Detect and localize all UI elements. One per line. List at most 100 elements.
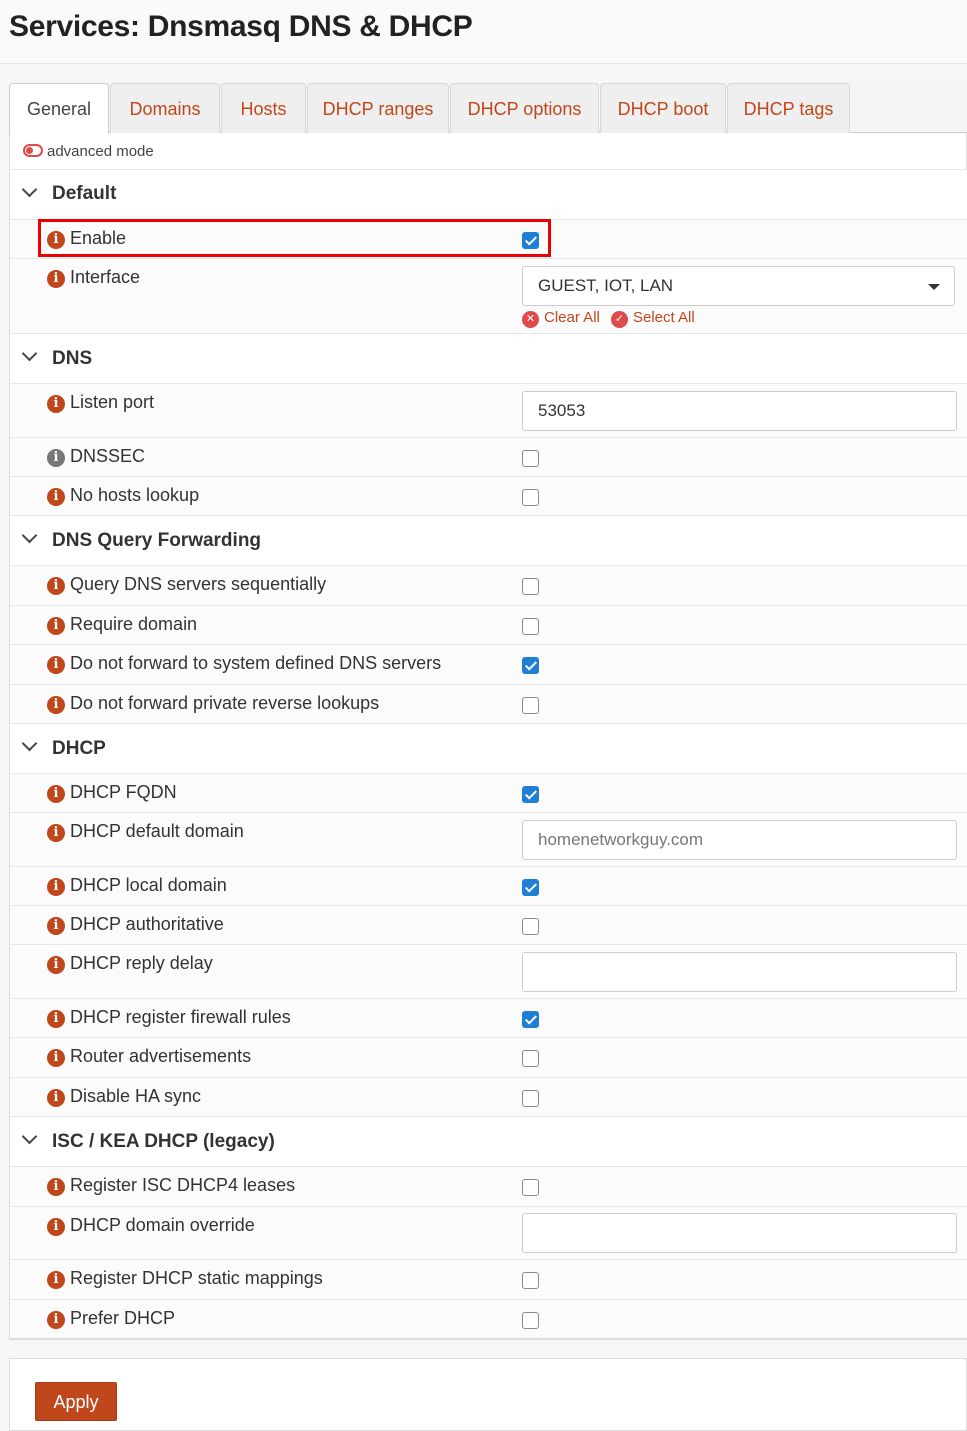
info-icon[interactable]: i — [47, 1218, 65, 1236]
no-forward-system-checkbox[interactable] — [522, 657, 539, 674]
field-require-domain: i Require domain — [10, 605, 967, 644]
info-icon[interactable]: i — [47, 1049, 65, 1067]
listen-port-input[interactable]: 53053 — [522, 391, 957, 431]
field-interface: i Interface GUEST, IOT, LAN ✕ Clear All ✓ S… — [10, 258, 967, 333]
field-label: Query DNS servers sequentially — [70, 574, 327, 594]
info-icon[interactable]: i — [47, 1010, 65, 1028]
dhcp-authoritative-checkbox[interactable] — [522, 918, 539, 935]
info-icon[interactable]: i — [47, 270, 65, 288]
tab-dhcp-tags[interactable]: DHCP tags — [727, 83, 850, 133]
tab-hosts[interactable]: Hosts — [221, 83, 306, 133]
field-dnssec: i DNSSEC — [10, 437, 967, 476]
field-label: DHCP reply delay — [70, 953, 213, 973]
info-icon[interactable]: i — [47, 1271, 65, 1289]
field-no-forward-private: i Do not forward private reverse lookups — [10, 684, 967, 723]
field-label: Do not forward private reverse lookups — [70, 693, 380, 713]
toggle-switch-icon[interactable] — [23, 144, 43, 157]
dhcp-domain-override-input[interactable] — [522, 1213, 957, 1253]
dhcp-default-domain-input[interactable]: homenetworkguy.com — [522, 820, 957, 860]
interface-select-value: GUEST, IOT, LAN — [538, 276, 674, 295]
field-label: DHCP authoritative — [70, 914, 224, 934]
dnssec-checkbox[interactable] — [522, 450, 539, 467]
info-icon[interactable]: i — [47, 1311, 65, 1329]
field-no-forward-system: i Do not forward to system defined DNS se… — [10, 644, 967, 684]
tab-domains[interactable]: Domains — [110, 83, 220, 133]
section-legacy[interactable]: ISC / KEA DHCP (legacy) — [10, 1116, 967, 1166]
field-label: No hosts lookup — [70, 485, 200, 505]
info-icon[interactable]: i — [47, 1089, 65, 1107]
no-hosts-lookup-checkbox[interactable] — [522, 489, 539, 506]
chevron-down-icon — [21, 1128, 38, 1145]
tab-bar: General Domains Hosts DHCP ranges DHCP o… — [9, 83, 967, 134]
no-forward-private-checkbox[interactable] — [522, 697, 539, 714]
info-icon[interactable]: i — [47, 449, 65, 467]
field-label: Prefer DHCP — [70, 1308, 176, 1328]
check-circle-icon: ✓ — [611, 311, 628, 328]
info-icon[interactable]: i — [47, 488, 65, 506]
advanced-mode-toggle[interactable]: advanced mode — [23, 142, 154, 162]
page-title: Services: Dnsmasq DNS & DHCP — [9, 10, 473, 43]
info-icon[interactable]: i — [47, 577, 65, 595]
highlight-box — [38, 219, 551, 257]
prefer-dhcp-checkbox[interactable] — [522, 1312, 539, 1329]
dhcp-reply-delay-input[interactable] — [522, 952, 957, 992]
dhcp-local-domain-checkbox[interactable] — [522, 879, 539, 896]
chevron-down-icon — [21, 527, 38, 544]
tab-dhcp-options[interactable]: DHCP options — [450, 83, 599, 133]
field-label: DHCP local domain — [70, 875, 227, 895]
section-dns-forwarding[interactable]: DNS Query Forwarding — [10, 515, 967, 565]
disable-ha-sync-checkbox[interactable] — [522, 1090, 539, 1107]
field-dhcp-authoritative: i DHCP authoritative — [10, 905, 967, 944]
info-icon[interactable]: i — [47, 617, 65, 635]
field-listen-port: i Listen port 53053 — [10, 383, 967, 437]
info-icon[interactable]: i — [47, 878, 65, 896]
field-label: Router advertisements — [70, 1046, 252, 1066]
dhcp-fqdn-checkbox[interactable] — [522, 786, 539, 803]
info-icon[interactable]: i — [47, 785, 65, 803]
info-icon[interactable]: i — [47, 696, 65, 714]
section-default[interactable]: Default — [10, 169, 967, 219]
field-dhcp-local-domain: i DHCP local domain — [10, 866, 967, 905]
section-title: DHCP — [52, 738, 106, 759]
field-label: DHCP domain override — [70, 1215, 255, 1235]
section-title: Default — [52, 183, 117, 204]
field-label: Require domain — [70, 614, 198, 634]
section-dns[interactable]: DNS — [10, 333, 967, 383]
info-icon[interactable]: i — [47, 917, 65, 935]
tab-general[interactable]: General — [9, 83, 109, 134]
info-icon[interactable]: i — [47, 656, 65, 674]
field-label: Register ISC DHCP4 leases — [70, 1175, 296, 1195]
apply-button[interactable]: Apply — [35, 1382, 117, 1421]
section-dhcp[interactable]: DHCP — [10, 723, 967, 773]
interface-select[interactable]: GUEST, IOT, LAN — [522, 266, 955, 306]
require-domain-checkbox[interactable] — [522, 618, 539, 635]
field-register-isc-dhcp4: i Register ISC DHCP4 leases — [10, 1166, 967, 1206]
caret-down-icon — [928, 284, 940, 290]
tab-dhcp-boot[interactable]: DHCP boot — [600, 83, 726, 133]
chevron-down-icon — [21, 345, 38, 362]
register-isc-dhcp4-checkbox[interactable] — [522, 1179, 539, 1196]
chevron-down-icon — [21, 181, 38, 198]
info-icon[interactable]: i — [47, 824, 65, 842]
tab-dhcp-ranges[interactable]: DHCP ranges — [307, 83, 449, 133]
field-label: Listen port — [70, 392, 155, 412]
field-register-static-mappings: i Register DHCP static mappings — [10, 1259, 967, 1299]
field-dhcp-default-domain: i DHCP default domain homenetworkguy.com — [10, 812, 967, 866]
field-no-hosts-lookup: i No hosts lookup — [10, 476, 967, 515]
field-label: DNSSEC — [70, 446, 146, 466]
chevron-down-icon — [21, 735, 38, 752]
info-icon[interactable]: i — [47, 956, 65, 974]
router-advertisements-checkbox[interactable] — [522, 1050, 539, 1067]
field-dhcp-register-fw-rules: i DHCP register firewall rules — [10, 998, 967, 1037]
select-all-link[interactable]: ✓ Select All — [611, 309, 695, 328]
info-icon[interactable]: i — [47, 395, 65, 413]
clear-all-link[interactable]: ✕ Clear All — [522, 309, 600, 328]
query-sequential-checkbox[interactable] — [522, 578, 539, 595]
register-static-mappings-checkbox[interactable] — [522, 1272, 539, 1289]
field-label: Interface — [70, 267, 141, 287]
field-dhcp-fqdn: i DHCP FQDN — [10, 773, 967, 812]
field-dhcp-domain-override: i DHCP domain override — [10, 1206, 967, 1259]
info-icon[interactable]: i — [47, 1178, 65, 1196]
field-disable-ha-sync: i Disable HA sync — [10, 1077, 967, 1116]
dhcp-register-fw-rules-checkbox[interactable] — [522, 1011, 539, 1028]
